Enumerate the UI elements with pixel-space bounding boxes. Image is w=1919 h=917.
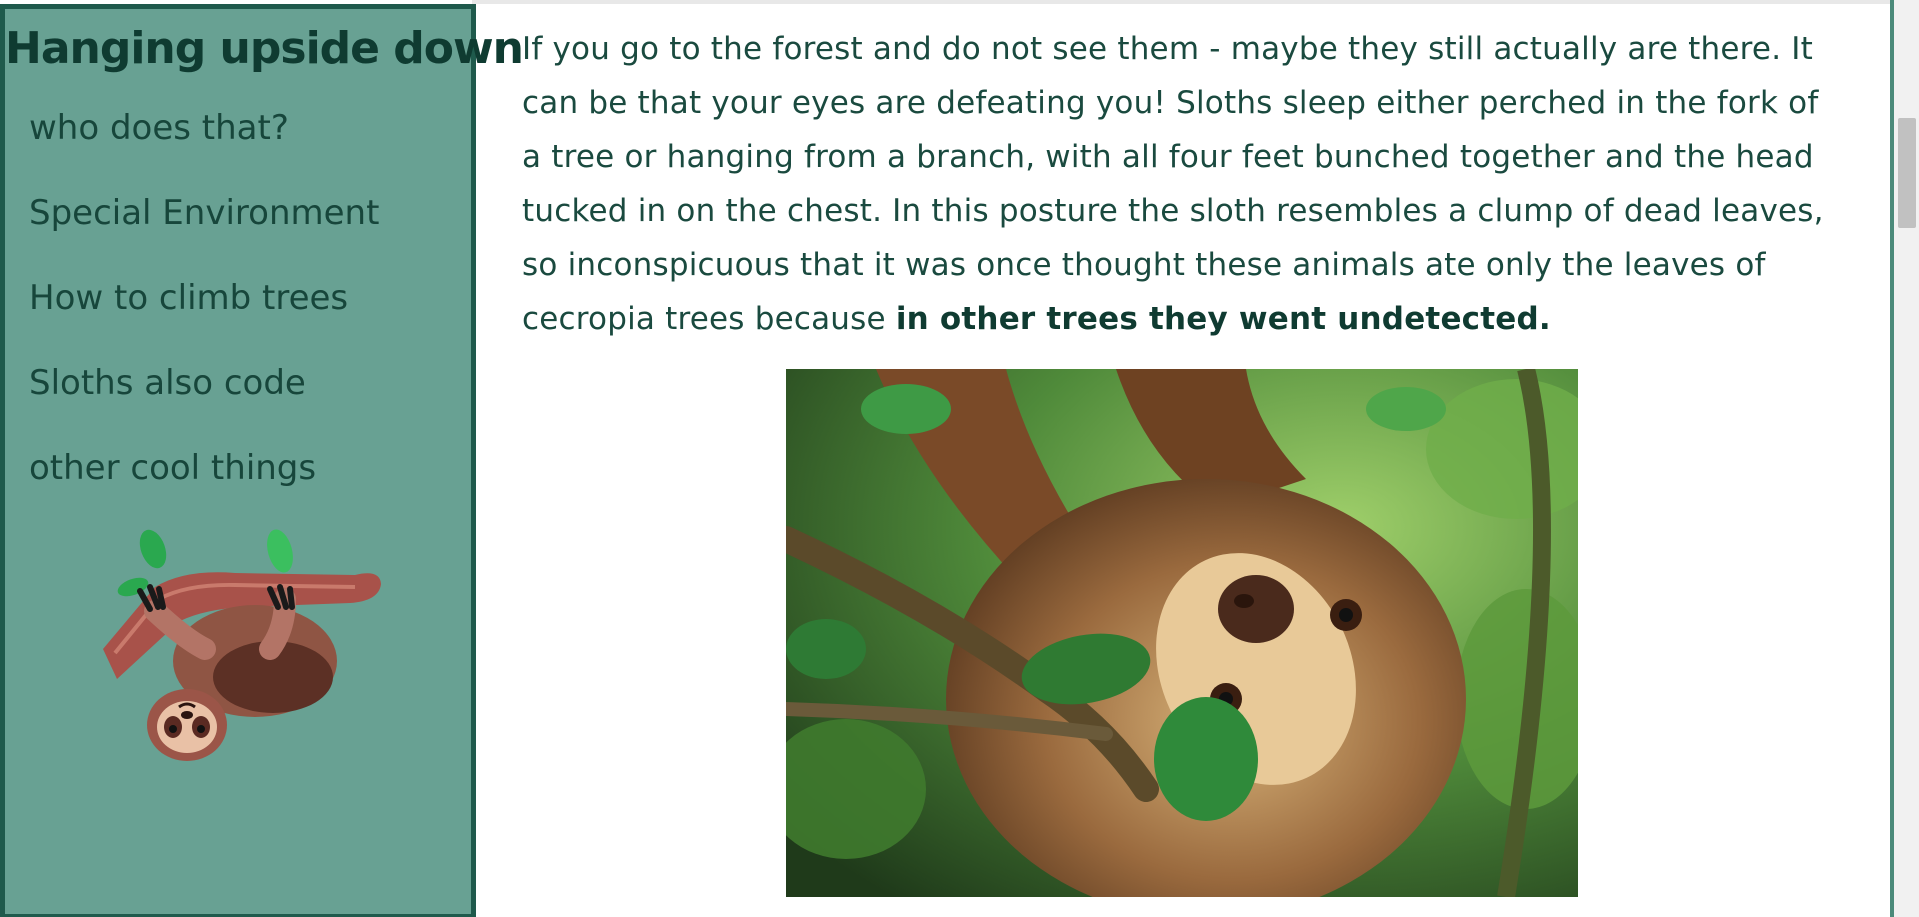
paragraph-emphasis: in other trees they went undetected. [895,301,1551,337]
sidebar-title: Hanging upside down [5,23,524,74]
sidebar-item-cool-things[interactable]: other cool things [29,444,379,529]
sidebar-item-special-environment[interactable]: Special Environment [29,189,379,274]
sidebar-item-sloths-code[interactable]: Sloths also code [29,359,379,444]
sloth-photo-image [786,369,1578,897]
scrollbar-thumb[interactable] [1898,118,1916,228]
article-paragraph: If you go to the forest and do not see t… [522,22,1832,346]
sidebar-nav: who does that? Special Environment How t… [29,104,379,529]
sloth-photo [786,369,1578,897]
sidebar-item-climb-trees[interactable]: How to climb trees [29,274,379,359]
sloth-illustration [103,529,381,761]
main-content: If you go to the forest and do not see t… [522,22,1832,346]
sidebar-item-who-does-that[interactable]: who does that? [29,104,379,189]
page: Hanging upside down who does that? Speci… [0,0,1919,917]
paragraph-text: If you go to the forest and do not see t… [522,31,1824,337]
top-divider [472,0,1890,4]
sidebar: Hanging upside down who does that? Speci… [0,4,524,917]
